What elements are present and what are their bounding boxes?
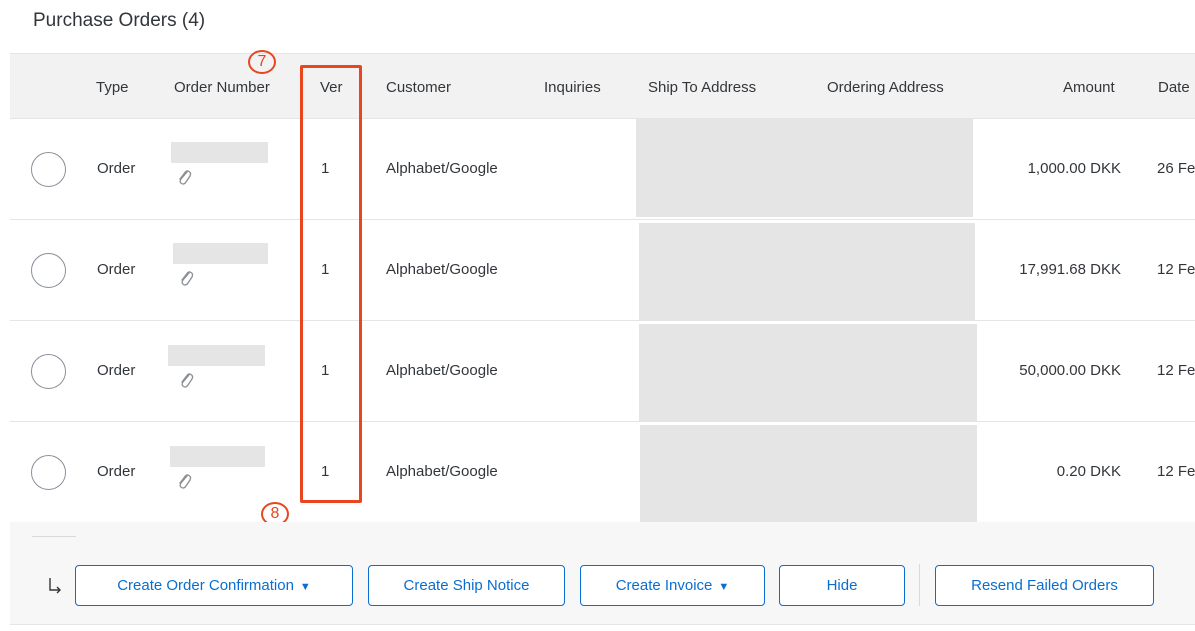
- ship-to-address-redacted: [639, 223, 975, 320]
- paperclip-icon[interactable]: [176, 472, 192, 490]
- row-select-radio[interactable]: [31, 354, 66, 389]
- create-order-confirmation-button[interactable]: Create Order Confirmation ▼: [75, 565, 353, 606]
- paperclip-icon[interactable]: [178, 371, 194, 389]
- customer-name: Alphabet/Google: [386, 160, 498, 177]
- column-header-inquiries[interactable]: Inquiries: [544, 79, 601, 96]
- column-header-order-number[interactable]: Order Number: [174, 79, 270, 96]
- order-date: 12 Fe: [1157, 261, 1195, 278]
- order-version: 1: [321, 261, 330, 278]
- order-type: Order: [97, 362, 136, 379]
- order-version: 1: [321, 362, 330, 379]
- table-header: Type Order Number Ver Customer Inquiries…: [10, 53, 1195, 119]
- toolbar-separator: [919, 564, 920, 606]
- order-type: Order: [97, 261, 136, 278]
- column-header-ship-to-address[interactable]: Ship To Address: [648, 79, 756, 96]
- hide-button[interactable]: Hide: [779, 565, 905, 606]
- customer-name: Alphabet/Google: [386, 261, 498, 278]
- order-amount: 17,991.68 DKK: [1019, 261, 1121, 278]
- table-row[interactable]: Order 1 Alphabet/Google 17,991.68 DKK 12…: [10, 220, 1195, 321]
- order-version: 1: [321, 160, 330, 177]
- action-toolbar: Create Order Confirmation ▼ Create Ship N…: [10, 522, 1195, 625]
- ship-to-address-redacted: [640, 425, 977, 522]
- create-invoice-button[interactable]: Create Invoice ▼: [580, 565, 765, 606]
- order-type: Order: [97, 160, 136, 177]
- row-select-radio[interactable]: [31, 253, 66, 288]
- order-date: 12 Fe: [1157, 362, 1195, 379]
- create-order-confirmation-label: Create Order Confirmation: [117, 577, 294, 594]
- order-type: Order: [97, 463, 136, 480]
- chevron-down-icon: ▼: [299, 581, 311, 593]
- ship-to-address-redacted: [639, 324, 977, 421]
- customer-name: Alphabet/Google: [386, 362, 498, 379]
- column-header-ordering-address[interactable]: Ordering Address: [827, 79, 944, 96]
- table-row[interactable]: Order 1 Alphabet/Google 1,000.00 DKK 26 …: [10, 119, 1195, 220]
- ship-to-address-redacted: [636, 119, 973, 217]
- order-version: 1: [321, 463, 330, 480]
- column-header-customer[interactable]: Customer: [386, 79, 451, 96]
- create-ship-notice-button[interactable]: Create Ship Notice: [368, 565, 565, 606]
- order-date: 12 Fe: [1157, 463, 1195, 480]
- order-number-redacted[interactable]: [170, 446, 265, 467]
- order-amount: 1,000.00 DKK: [1027, 160, 1121, 177]
- resend-failed-orders-button[interactable]: Resend Failed Orders: [935, 565, 1154, 606]
- paperclip-icon[interactable]: [176, 168, 192, 186]
- table-row[interactable]: Order 1 Alphabet/Google 0.20 DKK 12 Fe: [10, 422, 1195, 523]
- column-header-date[interactable]: Date: [1158, 79, 1190, 96]
- order-number-redacted[interactable]: [171, 142, 268, 163]
- order-number-redacted[interactable]: [173, 243, 268, 264]
- step-marker-7: 7: [248, 50, 276, 74]
- row-select-radio[interactable]: [31, 455, 66, 490]
- order-amount: 0.20 DKK: [1056, 463, 1121, 480]
- customer-name: Alphabet/Google: [386, 463, 498, 480]
- table-row[interactable]: Order 1 Alphabet/Google 50,000.00 DKK 12…: [10, 321, 1195, 422]
- column-header-ver[interactable]: Ver: [320, 79, 343, 96]
- row-select-radio[interactable]: [31, 152, 66, 187]
- column-header-type[interactable]: Type: [96, 79, 129, 96]
- order-number-redacted[interactable]: [168, 345, 265, 366]
- divider: [32, 536, 76, 537]
- create-invoice-label: Create Invoice: [615, 577, 713, 594]
- column-header-amount[interactable]: Amount: [1063, 79, 1115, 96]
- return-arrow-icon: [49, 578, 61, 594]
- page-title: Purchase Orders (4): [33, 10, 206, 31]
- paperclip-icon[interactable]: [178, 269, 194, 287]
- order-date: 26 Fe: [1157, 160, 1195, 177]
- chevron-down-icon: ▼: [718, 581, 730, 593]
- order-amount: 50,000.00 DKK: [1019, 362, 1121, 379]
